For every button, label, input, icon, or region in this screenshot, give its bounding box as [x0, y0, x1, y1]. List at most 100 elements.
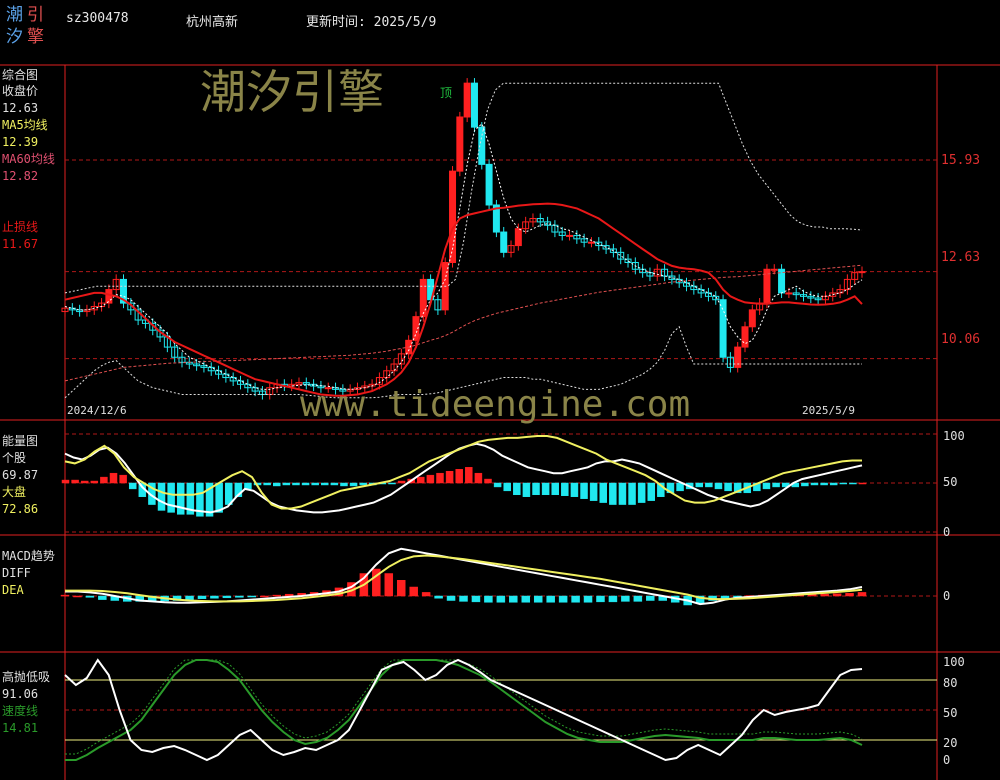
macd-bar [222, 595, 232, 599]
energy-bar [628, 482, 636, 505]
candle-body [587, 241, 595, 244]
macd-bar [210, 595, 219, 599]
speed-value: 14.81 [2, 721, 39, 735]
logo-char: 擎 [27, 27, 48, 47]
stock-code: sz300478 [66, 11, 129, 26]
energy-bar [858, 482, 867, 485]
macd-bar [272, 594, 281, 597]
macd-bar [384, 573, 394, 597]
ma60-label: MA60均线 [2, 152, 55, 166]
energy-bar [80, 480, 89, 484]
energy-bar [109, 472, 118, 484]
energy-tick: 0 [943, 525, 951, 539]
energy-bar [167, 482, 175, 513]
energy-bar [119, 474, 127, 484]
energy-bar [128, 482, 137, 490]
energy-bar [417, 476, 425, 484]
energy-bar [311, 482, 319, 486]
macd-bar [247, 595, 257, 598]
energy-bar [820, 482, 828, 486]
price-tick: 12.63 [941, 250, 981, 265]
energy-bar [551, 482, 559, 496]
date-start: 2024/12/6 [67, 404, 127, 417]
macd-bar [459, 595, 468, 602]
macd-bar [583, 595, 593, 603]
macd-bar [185, 595, 194, 600]
energy-bar [474, 472, 483, 484]
price-tick: 10.06 [941, 332, 981, 347]
energy-bar [349, 482, 358, 487]
macd-bar [521, 595, 531, 603]
candle-body [485, 163, 493, 206]
macd-bar [434, 595, 443, 599]
energy-bar [455, 469, 463, 484]
market-energy-line [64, 435, 862, 510]
macd-bar [471, 595, 481, 603]
macd-bar [820, 593, 829, 597]
energy-bar [513, 482, 521, 496]
upper-band-line [64, 82, 863, 294]
price-tick: 15.93 [941, 153, 981, 168]
energy-bar [762, 482, 771, 490]
energy-bar [599, 482, 607, 503]
watermark-brand: 潮汐引擎 [200, 65, 384, 119]
candle-body [770, 268, 778, 271]
energy-bar [436, 472, 444, 484]
top-marker: 顶 [440, 86, 453, 100]
macd-bar [409, 586, 418, 597]
energy-bar [484, 478, 492, 484]
macd-bar [260, 595, 269, 598]
energy-bar [647, 482, 655, 501]
macd-bar [857, 592, 867, 597]
energy-bar [426, 474, 435, 484]
candle-body [419, 278, 427, 318]
energy-panel-title: 能量图 [2, 434, 39, 448]
logo-char: 引 [27, 5, 48, 25]
energy-tick: 50 [943, 475, 958, 489]
energy-bar [724, 482, 732, 492]
energy-bar [493, 482, 502, 488]
energy-bar [215, 482, 223, 513]
main-panel-title: 综合图 [2, 68, 39, 82]
macd-tick: 0 [943, 589, 951, 603]
energy-bar [340, 482, 348, 487]
energy-bar [282, 482, 291, 486]
macd-bar [558, 595, 568, 603]
update-time: 更新时间: 2025/5/9 [306, 15, 437, 30]
energy-bar [532, 482, 540, 496]
energy-bar [292, 482, 300, 486]
macd-bar [832, 593, 842, 597]
stock-energy-line [64, 442, 863, 514]
energy-bar [61, 479, 70, 484]
candle-body [741, 326, 749, 348]
close-value: 12.63 [2, 101, 39, 115]
energy-bar [637, 482, 646, 503]
logo-char: 潮 [6, 5, 27, 25]
stop-value: 11.67 [2, 237, 39, 251]
hilo-tick: 0 [943, 753, 951, 767]
dea-line [65, 554, 863, 603]
candle-body [514, 228, 522, 247]
energy-bar [90, 480, 99, 484]
diff-label: DIFF [2, 566, 31, 580]
hilo-tick: 100 [943, 655, 965, 669]
macd-bar [73, 595, 82, 598]
energy-bar [580, 482, 588, 499]
macd-bar [845, 593, 854, 597]
date-end: 2025/5/9 [802, 404, 855, 417]
macd-bar [621, 595, 630, 602]
energy-bar [330, 482, 339, 486]
energy-tick: 100 [943, 429, 965, 443]
energy-bar [522, 482, 531, 497]
watermark-url: www.tideengine.com [300, 384, 691, 425]
candle-body [463, 82, 471, 118]
market-energy-label: 大盘 [2, 485, 27, 499]
logo-char: 汐 [6, 27, 27, 47]
candle-body [470, 82, 478, 128]
ma5-line [64, 122, 863, 390]
ma5-value: 12.39 [2, 135, 39, 149]
energy-bar [503, 482, 511, 492]
energy-bar [397, 480, 406, 484]
macd-bar [484, 595, 493, 603]
macd-bar [98, 595, 107, 600]
